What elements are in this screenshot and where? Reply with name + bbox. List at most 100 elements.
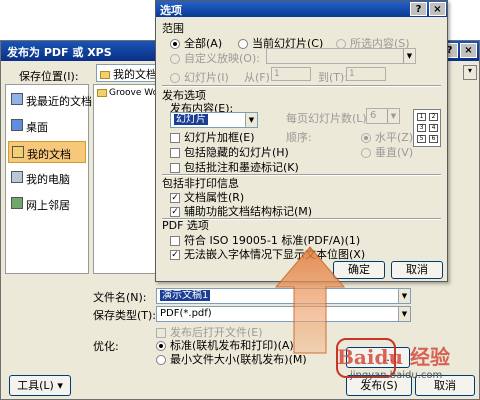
options-dialog: 选项 ? × 范围 全部(A) 当前幻灯片(C) 所选内容(S) 自定义放映(O…: [155, 0, 448, 282]
dialog-close-button[interactable]: ×: [429, 2, 446, 16]
tools-button-label: 工具(L): [17, 379, 54, 392]
per-page-value: 6: [370, 110, 377, 121]
from-spinner[interactable]: 1: [271, 67, 311, 81]
file-list-item[interactable]: Groove Work: [97, 88, 159, 98]
order-vertical-radio[interactable]: [361, 148, 371, 158]
chevron-down-icon[interactable]: ▼: [387, 109, 399, 123]
place-desktop[interactable]: 桌面: [8, 115, 86, 137]
frame-slides-option[interactable]: 幻灯片加框(E): [170, 129, 255, 145]
slide-order-preview-icon: 1 2 3 4 5 6: [413, 109, 441, 147]
grid-cell: 4: [429, 124, 438, 132]
chevron-down-icon[interactable]: ▼: [398, 289, 410, 303]
to-spinner[interactable]: 1: [346, 67, 386, 81]
optimize-minimum-radio[interactable]: [156, 355, 166, 365]
publish-content-value: 幻灯片: [174, 114, 208, 125]
range-all-label: 全部(A): [184, 37, 223, 50]
per-page-dropdown[interactable]: 6 ▼: [366, 108, 400, 124]
file-list-edge: [453, 84, 477, 274]
optimize-standard-radio[interactable]: [156, 341, 166, 351]
desktop-icon: [11, 119, 23, 131]
range-custom-show-option[interactable]: 自定义放映(O):: [170, 50, 260, 66]
place-label: 我的电脑: [26, 173, 70, 186]
network-places-icon: [11, 197, 23, 209]
my-computer-icon: [11, 171, 23, 183]
save-location-dropdown[interactable]: 我的文档: [96, 64, 160, 82]
grid-cell: 5: [417, 135, 426, 143]
chevron-down-icon[interactable]: ▼: [398, 307, 410, 321]
doc-structure-checkbox[interactable]: ✓: [170, 207, 180, 217]
publish-content-dropdown[interactable]: 幻灯片 ▼: [170, 112, 258, 128]
order-vertical-label: 垂直(V): [375, 146, 414, 159]
order-vertical-option[interactable]: 垂直(V): [361, 144, 413, 160]
grid-cell: 6: [429, 135, 438, 143]
order-horizontal-radio[interactable]: [361, 133, 371, 143]
bitmap-text-checkbox[interactable]: ✓: [170, 250, 180, 260]
dialog-help-button[interactable]: ?: [410, 2, 427, 16]
custom-show-dropdown[interactable]: ▼: [266, 48, 416, 64]
save-location-value: 我的文档: [113, 68, 157, 81]
folder-icon: [100, 71, 110, 79]
pdf-options-header: PDF 选项: [162, 219, 209, 232]
optimize-label: 优化:: [93, 340, 119, 353]
baidu-jingyan-logo: Baidu 经验: [337, 345, 450, 369]
place-recent-documents[interactable]: 我最近的文档: [8, 89, 92, 111]
range-custom-show-radio[interactable]: [170, 54, 180, 64]
include-hidden-option[interactable]: 包括隐藏的幻灯片(H): [170, 144, 289, 160]
watermark-url: jingyan.baidu.com: [350, 370, 443, 381]
range-all-radio[interactable]: [170, 39, 180, 49]
publish-window-title: 发布为 PDF 或 XPS: [7, 46, 112, 59]
frame-slides-checkbox[interactable]: [170, 133, 180, 143]
place-my-documents[interactable]: 我的文档: [8, 141, 86, 163]
chevron-down-icon[interactable]: ▼: [245, 113, 257, 127]
grid-cell: 2: [429, 113, 438, 121]
range-custom-show-label: 自定义放映(O):: [184, 52, 260, 65]
frame-slides-label: 幻灯片加框(E): [184, 131, 255, 144]
dialog-cancel-button[interactable]: 取消: [391, 261, 443, 279]
order-label: 顺序:: [286, 131, 312, 144]
options-dialog-titlebar: 选项 ? ×: [156, 1, 447, 17]
range-all-option[interactable]: 全部(A): [170, 35, 222, 51]
my-documents-icon: [12, 146, 24, 158]
filetype-value: PDF(*.pdf): [160, 308, 212, 319]
per-page-label: 每页幻灯片数(L):: [286, 112, 371, 125]
chevron-down-icon: ▾: [57, 379, 63, 392]
filename-label: 文件名(N):: [93, 291, 147, 304]
file-item-label: Groove Work: [109, 88, 159, 98]
range-current-radio[interactable]: [238, 39, 248, 49]
chevron-down-icon[interactable]: ▼: [403, 49, 415, 63]
place-label: 我最近的文档: [26, 95, 92, 108]
doc-properties-checkbox[interactable]: ✓: [170, 193, 180, 203]
range-slides-option[interactable]: 幻灯片(I): [170, 69, 229, 85]
tools-button[interactable]: 工具(L) ▾: [9, 375, 71, 396]
place-network[interactable]: 网上邻居: [8, 193, 86, 215]
place-label: 网上邻居: [26, 199, 70, 212]
save-location-label: 保存位置(I):: [19, 70, 79, 83]
places-bar: 我最近的文档 桌面 我的文档 我的电脑 网上邻居: [5, 84, 92, 274]
include-hidden-checkbox[interactable]: [170, 148, 180, 158]
folder-icon: [97, 88, 107, 97]
include-comments-option[interactable]: 包括批注和墨迹标记(K): [170, 159, 299, 175]
order-horizontal-option[interactable]: 水平(Z): [361, 129, 413, 145]
grid-cell: 3: [417, 124, 426, 132]
filetype-label: 保存类型(T):: [93, 309, 157, 322]
from-label: 从(F):: [244, 71, 274, 84]
file-list[interactable]: Groove Work: [93, 84, 159, 274]
to-label: 到(T):: [318, 71, 349, 84]
annotation-arrow: [274, 246, 346, 354]
range-header: 范围: [162, 22, 184, 35]
views-menu-button[interactable]: ▾: [463, 65, 477, 80]
close-button[interactable]: ×: [460, 43, 477, 58]
range-slides-radio[interactable]: [170, 73, 180, 83]
include-hidden-label: 包括隐藏的幻灯片(H): [184, 146, 289, 159]
place-label: 桌面: [26, 121, 48, 134]
place-my-computer[interactable]: 我的电脑: [8, 167, 86, 189]
place-label: 我的文档: [27, 148, 71, 161]
include-comments-checkbox[interactable]: [170, 163, 180, 173]
range-slides-label: 幻灯片(I): [184, 71, 229, 84]
iso-compliant-checkbox[interactable]: [170, 236, 180, 246]
options-dialog-title: 选项: [160, 4, 182, 17]
filename-value: 演示文稿1: [160, 290, 211, 301]
order-horizontal-label: 水平(Z): [375, 131, 414, 144]
include-comments-label: 包括批注和墨迹标记(K): [184, 161, 299, 174]
grid-cell: 1: [417, 113, 426, 121]
